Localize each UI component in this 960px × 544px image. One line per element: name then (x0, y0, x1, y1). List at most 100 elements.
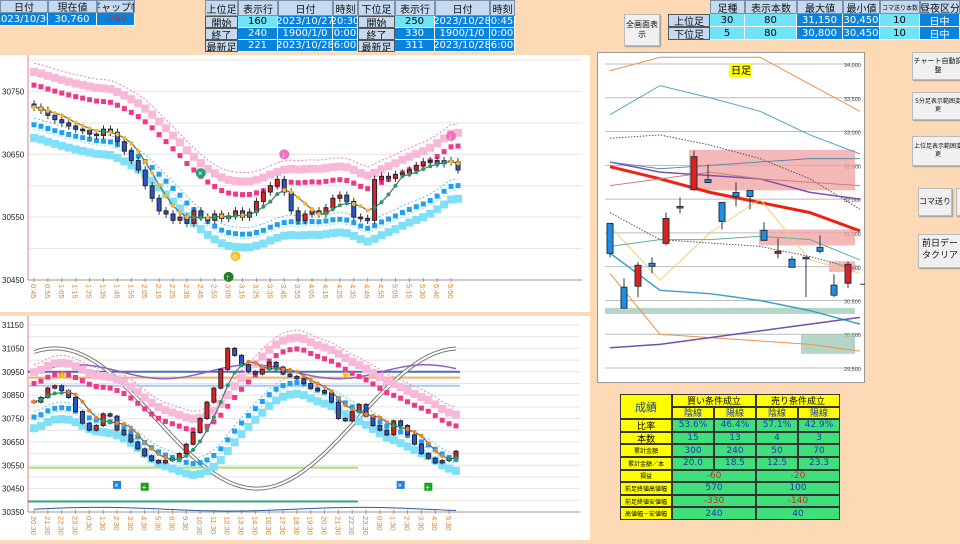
settings-cell[interactable]: 5 (710, 27, 745, 40)
x-tick-label: 1:30 (98, 516, 107, 531)
ma-dot (232, 370, 237, 375)
x-tick-label: 20:30 (29, 516, 38, 535)
results-value: 300 (672, 444, 714, 457)
upper-band-square (106, 85, 115, 94)
lower-band-square (316, 219, 322, 225)
range-5min-button[interactable]: 5分足表示範囲変更 (912, 92, 960, 120)
x-tick-label: 2:45 (196, 284, 205, 299)
settings-cell[interactable]: 30,450 (843, 14, 880, 27)
upper-band-square (170, 146, 176, 152)
settings-cell[interactable]: 80 (745, 27, 797, 40)
settings-cell: 上位足 (668, 14, 710, 27)
chart-auto-adjust-button[interactable]: チャート自動調整 (912, 52, 960, 80)
settings-cell[interactable]: 日中 (920, 14, 960, 27)
row-input[interactable]: 240 (238, 28, 278, 40)
step-forward-button[interactable]: コマ送り (918, 188, 952, 216)
ma-dot (447, 456, 452, 461)
lower-band-square (377, 231, 386, 240)
candle-body (73, 125, 79, 130)
upper-band-square (314, 164, 323, 173)
lower-band-square (274, 222, 280, 228)
upper-band-square (119, 378, 128, 387)
lower-band-square (427, 198, 433, 204)
x-tick-label: 11:30 (209, 516, 218, 534)
settings-cell[interactable]: 30 (710, 14, 745, 27)
lower-band-square (313, 397, 322, 406)
candle-body (156, 197, 162, 212)
upper-band-square (233, 191, 239, 197)
y-tick-label: 30550 (2, 213, 25, 222)
upper-band-square (398, 395, 404, 401)
x-tick-label: 3:30 (416, 516, 425, 531)
lower-band-square (45, 408, 51, 414)
ma-dot (122, 135, 127, 140)
lower-band-square (59, 130, 65, 136)
candle-body (245, 364, 251, 373)
settings-cell[interactable]: 10 (880, 27, 920, 40)
candle-body (830, 284, 838, 296)
upper-band-square (389, 380, 398, 389)
lower-band-square (392, 213, 398, 219)
upper-band-square (362, 364, 371, 373)
upper-band-square (183, 426, 189, 432)
lower-band-square (410, 446, 419, 455)
chart-title: 日足 (731, 65, 751, 77)
results-value: 20.0 (672, 457, 714, 470)
upper-band-square (299, 334, 308, 343)
settings-cell[interactable]: 80 (745, 14, 797, 27)
upper-band-square (411, 402, 417, 408)
upper-band-square (294, 346, 300, 352)
settings-cell[interactable]: 31,150 (797, 14, 843, 27)
settings-cell[interactable]: 日中 (920, 27, 960, 40)
extra-button[interactable] (956, 188, 960, 216)
row-input[interactable]: 160 (238, 16, 278, 28)
lower-band-square (287, 380, 293, 386)
range-upper-button[interactable]: 上位足表示範囲変更 (912, 136, 960, 166)
upper-band-square (217, 173, 226, 182)
candle-body (135, 441, 141, 450)
upper-band-square (239, 386, 245, 392)
ma-dot (315, 381, 320, 386)
candle-body (372, 178, 378, 221)
settings-cell[interactable]: 30,800 (797, 27, 843, 40)
results-sell-value: -140 (756, 494, 840, 508)
upper-band-square (64, 359, 73, 368)
settings-cell[interactable]: 10 (880, 14, 920, 27)
lower-band-square (258, 408, 267, 417)
row-input[interactable]: 330 (395, 28, 435, 40)
lower-band-square (385, 216, 391, 222)
lower-band-square (335, 228, 344, 237)
lower-band-square (232, 428, 238, 434)
upper-band-square (259, 173, 268, 182)
lower-band-square (30, 133, 38, 142)
table-cell: 20:30 (333, 16, 358, 28)
upper-band-square (113, 88, 122, 97)
lower-band-square (341, 410, 350, 419)
ma-dot (108, 130, 113, 135)
results-value: 57.1% (756, 419, 798, 432)
header-cell: 日付 (0, 0, 48, 13)
upper-band-square (126, 382, 135, 391)
x-tick-label: 5:40 (432, 284, 441, 299)
x-tick-label: 2:05 (140, 284, 149, 299)
upper-band-square (92, 371, 101, 380)
ma-dot (254, 209, 259, 214)
row-input[interactable]: 221 (238, 40, 278, 52)
candle-body (128, 434, 134, 443)
ma-dot (421, 166, 426, 171)
y-tick-label: 30,500 (844, 299, 861, 305)
lower-band-square (384, 423, 390, 429)
x-tick-label: 4:35 (349, 284, 358, 299)
row-input[interactable]: 250 (395, 16, 435, 28)
upper-band-square (78, 80, 87, 89)
row-input[interactable]: 311 (395, 40, 435, 52)
settings-cell[interactable]: 30,450 (843, 27, 880, 40)
fullscreen-button[interactable]: 全画面表示 (624, 14, 660, 46)
ma-dot (350, 407, 355, 412)
candle-body (606, 222, 614, 254)
ma-dot (191, 447, 196, 452)
lower-band-square (342, 229, 351, 238)
clear-previous-day-button[interactable]: 前日データクリア (918, 234, 960, 268)
lower-band-square (244, 422, 253, 431)
lower-band-square (384, 228, 393, 237)
